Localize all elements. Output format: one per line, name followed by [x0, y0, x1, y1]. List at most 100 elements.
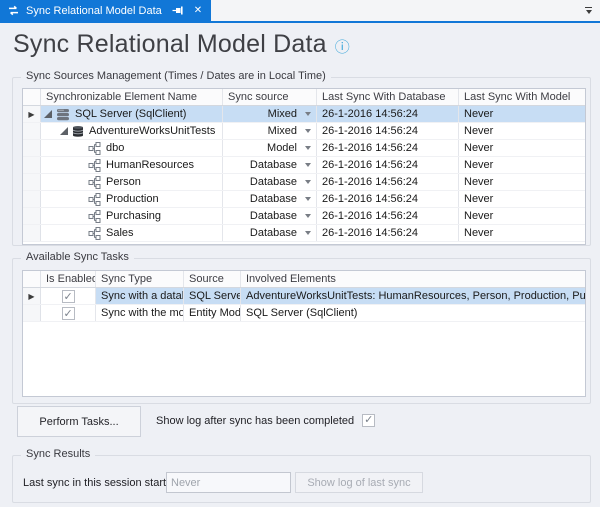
tab-sync-relational-model-data[interactable]: Sync Relational Model Data ✕ [0, 0, 211, 21]
sync-source-cell[interactable]: Database [223, 208, 317, 224]
element-name-cell[interactable]: Sales [41, 225, 223, 241]
table-row[interactable]: Purchasing Database26-1-2016 14:56:24Neve… [23, 208, 585, 225]
header-cell[interactable]: Sync Type [96, 271, 184, 287]
tree-expand-icon[interactable] [44, 110, 52, 118]
table-row[interactable]: PersonDatabase26-1-2016 14:56:24Never [23, 174, 585, 191]
header-cell[interactable]: Synchronizable Element Name [41, 89, 223, 105]
schema-icon [88, 193, 101, 206]
element-name-label: Sales [106, 225, 134, 241]
header-cell[interactable]: Last Sync With Database [317, 89, 459, 105]
sync-source-cell[interactable]: Database [223, 174, 317, 190]
close-icon[interactable]: ✕ [194, 6, 202, 16]
header-cell[interactable]: Last Sync With Model [459, 89, 585, 105]
element-name-label: Purchasing [106, 208, 161, 224]
sync-sources-grid: Synchronizable Element NameSync sourceLa… [22, 88, 586, 245]
dropdown-arrow-icon[interactable] [305, 146, 311, 150]
dropdown-arrow-icon[interactable] [305, 197, 311, 201]
last-sync-db-cell: 26-1-2016 14:56:24 [317, 157, 459, 173]
element-name-cell[interactable]: Production [41, 191, 223, 207]
last-sync-model-cell: Never [459, 140, 585, 156]
enabled-checkbox[interactable]: ✓ [62, 307, 75, 320]
sync-tasks-group-label: Available Sync Tasks [21, 251, 134, 263]
sync-source-cell[interactable]: Database [223, 225, 317, 241]
enabled-checkbox[interactable]: ✓ [62, 290, 75, 303]
element-name-label: SQL Server (SqlClient) [75, 106, 186, 122]
element-name-label: Production [106, 191, 159, 207]
sync-source-cell[interactable]: Database [223, 157, 317, 173]
table-row[interactable]: ▶SQL Server (SqlClient)Mixed26-1-2016 14… [23, 106, 585, 123]
header-indicator-cell [23, 271, 41, 287]
last-sync-model-cell: Never [459, 225, 585, 241]
header-cell[interactable]: Involved Elements [241, 271, 585, 287]
schema-icon [88, 159, 101, 172]
involved-elements-cell: AdventureWorksUnitTests: HumanResources,… [241, 288, 585, 304]
element-name-cell[interactable]: dbo [41, 140, 223, 156]
last-sync-db-cell: 26-1-2016 14:56:24 [317, 174, 459, 190]
sync-type-cell: Sync with a database [96, 288, 184, 304]
row-indicator [23, 191, 41, 207]
dropdown-arrow-icon[interactable] [305, 163, 311, 167]
last-sync-db-cell: 26-1-2016 14:56:24 [317, 123, 459, 139]
row-indicator [23, 140, 41, 156]
perform-tasks-button[interactable]: Perform Tasks... [17, 406, 141, 437]
element-name-label: Person [106, 174, 141, 190]
last-sync-model-cell: Never [459, 208, 585, 224]
header-cell[interactable]: Source [184, 271, 241, 287]
table-row[interactable]: Production Database26-1-2016 14:56:24Neve… [23, 191, 585, 208]
sync-icon [7, 5, 20, 16]
sync-source-cell[interactable]: Mixed [223, 123, 317, 139]
dropdown-arrow-icon[interactable] [305, 129, 311, 133]
table-row[interactable]: ▶✓Sync with a databaseSQL ServerAdventur… [23, 288, 585, 305]
last-sync-model-cell: Never [459, 123, 585, 139]
source-cell: Entity Model [184, 305, 241, 321]
last-sync-db-cell: 26-1-2016 14:56:24 [317, 225, 459, 241]
database-icon [72, 125, 84, 138]
dropdown-arrow-icon[interactable] [305, 231, 311, 235]
row-indicator: ▶ [23, 106, 41, 122]
sync-source-cell[interactable]: Model [223, 140, 317, 156]
last-sync-db-cell: 26-1-2016 14:56:24 [317, 208, 459, 224]
element-name-cell[interactable]: HumanResources [41, 157, 223, 173]
header-cell[interactable]: Sync source [223, 89, 317, 105]
sync-source-cell[interactable]: Database [223, 191, 317, 207]
sync-source-cell[interactable]: Mixed [223, 106, 317, 122]
header-indicator-cell [23, 89, 41, 105]
is-enabled-cell[interactable]: ✓ [41, 288, 96, 304]
element-name-cell[interactable]: Person [41, 174, 223, 190]
page-title: Sync Relational Model Data ⓘ [13, 30, 350, 59]
last-sync-model-cell: Never [459, 191, 585, 207]
table-row[interactable]: AdventureWorksUnitTests Mixed26-1-2016 14… [23, 123, 585, 140]
dropdown-arrow-icon[interactable] [305, 214, 311, 218]
dropdown-arrow-icon[interactable] [305, 180, 311, 184]
element-name-cell[interactable]: SQL Server (SqlClient) [41, 106, 223, 122]
show-log-checkbox[interactable]: ✓ [362, 414, 375, 427]
tab-menu-button[interactable] [583, 6, 594, 16]
last-sync-db-cell: 26-1-2016 14:56:24 [317, 140, 459, 156]
pin-icon[interactable] [172, 5, 184, 16]
table-row[interactable]: ✓ Sync with the modelEntity ModelSQL Serv… [23, 305, 585, 322]
involved-elements-cell: SQL Server (SqlClient) [241, 305, 585, 321]
info-icon[interactable]: ⓘ [335, 36, 350, 57]
is-enabled-cell[interactable]: ✓ [41, 305, 96, 321]
schema-icon [88, 176, 101, 189]
row-indicator [23, 208, 41, 224]
sync-tasks-header: Is EnabledSync TypeSourceInvolved Elemen… [23, 271, 585, 288]
element-name-label: dbo [106, 140, 124, 156]
element-name-cell[interactable]: Purchasing [41, 208, 223, 224]
element-name-label: AdventureWorksUnitTests [89, 123, 215, 139]
schema-icon [88, 142, 101, 155]
row-indicator: ▶ [23, 288, 41, 304]
row-indicator [23, 174, 41, 190]
table-row[interactable]: HumanResourcesDatabase26-1-2016 14:56:24… [23, 157, 585, 174]
show-log-of-last-sync-button: Show log of last sync [295, 472, 423, 493]
last-sync-input [166, 472, 291, 493]
dropdown-arrow-icon[interactable] [305, 112, 311, 116]
tree-expand-icon[interactable] [60, 127, 68, 135]
last-sync-db-cell: 26-1-2016 14:56:24 [317, 191, 459, 207]
element-name-cell[interactable]: AdventureWorksUnitTests [41, 123, 223, 139]
header-cell[interactable]: Is Enabled [41, 271, 96, 287]
table-row[interactable]: Sales Database26-1-2016 14:56:24Never [23, 225, 585, 242]
table-row[interactable]: dbo Model26-1-2016 14:56:24Never [23, 140, 585, 157]
row-indicator [23, 157, 41, 173]
sync-type-cell: Sync with the model [96, 305, 184, 321]
